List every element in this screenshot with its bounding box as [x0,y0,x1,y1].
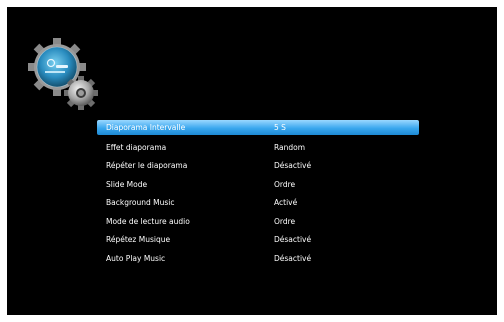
setting-row-repeat-slideshow[interactable]: Répéter le diaporama Désactivé [97,157,419,176]
setting-value: 5 S [274,123,286,132]
settings-gear-icon [28,38,98,110]
slideshow-settings-menu: Diaporama Intervalle 5 S Effet diaporama… [97,120,419,268]
setting-value: Activé [274,198,298,207]
setting-value: Random [274,142,306,152]
setting-label: Répétez Musique [106,235,171,244]
setting-row-repeat-music[interactable]: Répétez Musique Désactivé [97,231,419,250]
setting-row-slide-mode[interactable]: Slide Mode Ordre [97,176,419,195]
setting-value: Désactivé [274,235,312,244]
setting-value: Désactivé [274,161,312,170]
setting-row-audio-play-mode[interactable]: Mode de lecture audio Ordre [97,213,419,232]
setting-label: Slide Mode [106,179,148,189]
setting-value: Ordre [274,179,296,189]
setting-label: Auto Play Music [106,253,166,263]
setting-value: Ordre [274,216,296,226]
setting-row-background-music[interactable]: Background Music Activé [97,194,419,213]
setting-value: Désactivé [274,253,312,263]
setting-label: Effet diaporama [106,142,167,152]
setting-label: Diaporama Intervalle [106,123,186,132]
setting-row-slideshow-interval[interactable]: Diaporama Intervalle 5 S [97,120,419,135]
tv-screen: Diaporama Intervalle 5 S Effet diaporama… [7,7,497,315]
setting-row-slideshow-effect[interactable]: Effet diaporama Random [97,139,419,158]
setting-label: Background Music [106,198,175,207]
setting-row-auto-play-music[interactable]: Auto Play Music Désactivé [97,250,419,269]
setting-label: Mode de lecture audio [106,216,190,226]
setting-label: Répéter le diaporama [106,161,188,170]
